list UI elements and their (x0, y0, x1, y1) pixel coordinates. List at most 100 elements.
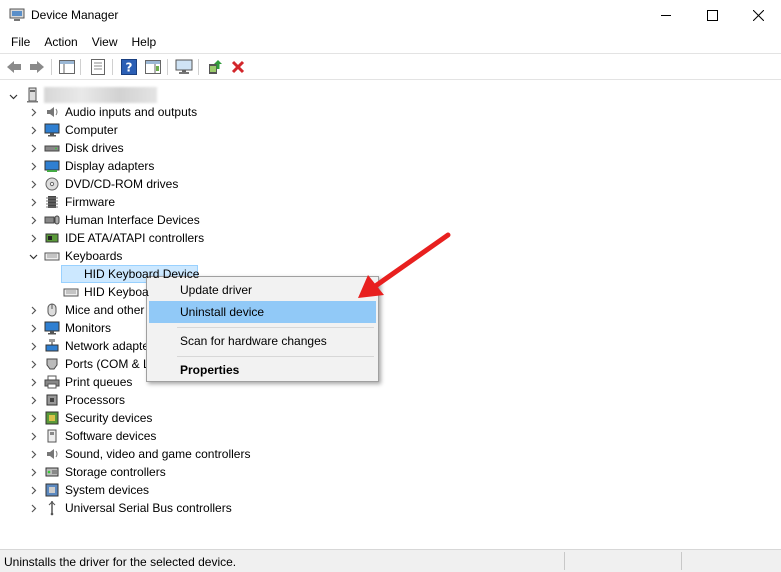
properties-sheet-icon (91, 59, 105, 75)
back-button[interactable] (4, 58, 24, 76)
action-pane-button[interactable] (143, 58, 163, 76)
software-device-icon (47, 429, 57, 443)
tree-category-label[interactable]: DVD/CD-ROM drives (65, 175, 178, 193)
close-button[interactable] (735, 0, 781, 31)
chevron-right-icon[interactable] (29, 342, 38, 351)
annotation-arrow (358, 232, 451, 298)
chevron-right-icon[interactable] (29, 162, 38, 171)
chevron-right-icon[interactable] (29, 216, 38, 225)
processor-icon (46, 394, 58, 406)
hid-icon (44, 215, 60, 225)
display-adapter-icon (44, 160, 60, 172)
tree-category-label[interactable]: Software devices (65, 427, 156, 445)
chevron-right-icon[interactable] (29, 396, 38, 405)
tree-category-label[interactable]: Network adapte (65, 337, 149, 355)
tree-category-label[interactable]: Display adapters (65, 157, 154, 175)
close-icon (752, 10, 764, 21)
forward-button[interactable] (27, 58, 47, 76)
tree-category-label[interactable]: IDE ATA/ATAPI controllers (65, 229, 204, 247)
tree-category-label[interactable]: Ports (COM & L (65, 355, 150, 373)
chevron-right-icon[interactable] (29, 198, 38, 207)
menu-file[interactable]: File (4, 32, 37, 52)
tree-category-label[interactable]: System devices (65, 481, 149, 499)
chevron-right-icon[interactable] (29, 468, 38, 477)
tree-category-label[interactable]: Universal Serial Bus controllers (65, 499, 232, 517)
keyboard-icon (63, 288, 79, 297)
dvd-drive-icon (45, 177, 59, 191)
tree-category-label[interactable]: Print queues (65, 373, 132, 391)
chevron-right-icon[interactable] (29, 360, 38, 369)
back-arrow-icon (7, 61, 21, 73)
help-button[interactable]: ? (119, 58, 139, 76)
chevron-right-icon[interactable] (29, 324, 38, 333)
storage-controller-icon (45, 467, 59, 477)
disk-drive-icon (44, 145, 60, 152)
red-x-icon (231, 60, 245, 74)
maximize-icon (706, 10, 718, 21)
status-bar: Uninstalls the driver for the selected d… (0, 549, 781, 572)
properties-button[interactable] (88, 58, 108, 76)
update-driver-icon (209, 60, 222, 74)
monitor-icon (44, 123, 60, 137)
tree-category-label[interactable]: Mice and other (65, 301, 144, 319)
tree-device-label[interactable]: HID Keyboard Device (84, 265, 199, 283)
chevron-right-icon[interactable] (29, 126, 38, 135)
monitor-icon (44, 321, 60, 335)
tree-category-label[interactable]: Computer (65, 121, 118, 139)
toolbar-separator (112, 59, 113, 75)
tree-category-label[interactable]: Keyboards (65, 247, 122, 265)
tree-category-label[interactable]: Firmware (65, 193, 115, 211)
tree-category-label[interactable]: Processors (65, 391, 125, 409)
chevron-right-icon[interactable] (29, 108, 38, 117)
tree-category-label[interactable]: Human Interface Devices (65, 211, 200, 229)
action-pane-icon (145, 60, 161, 74)
menu-help[interactable]: Help (125, 32, 164, 52)
chevron-right-icon[interactable] (29, 378, 38, 387)
forward-arrow-icon (30, 61, 44, 73)
minimize-icon (660, 15, 671, 16)
minimize-button[interactable] (643, 0, 689, 31)
toolbar-separator (51, 59, 52, 75)
chevron-right-icon[interactable] (29, 432, 38, 441)
chevron-right-icon[interactable] (29, 486, 38, 495)
maximize-button[interactable] (689, 0, 735, 31)
chevron-right-icon[interactable] (29, 180, 38, 189)
show-hide-console-tree-button[interactable] (57, 58, 77, 76)
chevron-right-icon[interactable] (29, 144, 38, 153)
monitor-scan-icon (175, 59, 193, 74)
menu-bar: File Action View Help (0, 31, 781, 53)
tree-category-label[interactable]: Disk drives (65, 139, 124, 157)
console-tree-icon (59, 60, 75, 74)
chevron-down-icon[interactable] (29, 252, 38, 261)
network-adapter-icon (45, 339, 59, 352)
chevron-down-icon[interactable] (9, 92, 18, 101)
toolbar-separator (80, 59, 81, 75)
tree-category-label[interactable]: Security devices (65, 409, 152, 427)
tree-category-label[interactable]: Monitors (65, 319, 111, 337)
menu-view[interactable]: View (85, 32, 125, 52)
mouse-icon (47, 303, 57, 317)
uninstall-device-button[interactable] (228, 58, 248, 76)
tree-category-label[interactable]: Audio inputs and outputs (65, 103, 197, 121)
tree-device-label[interactable]: HID Keyboa (84, 283, 149, 301)
chevron-right-icon[interactable] (29, 234, 38, 243)
tree-category-label[interactable]: Sound, video and game controllers (65, 445, 250, 463)
device-manager-icon (9, 8, 25, 21)
chevron-right-icon[interactable] (29, 414, 38, 423)
computer-name-redacted[interactable] (44, 87, 157, 103)
properties-menu-item[interactable]: Properties (149, 359, 376, 381)
computer-root-icon (27, 87, 38, 103)
scan-hardware-button[interactable] (174, 58, 194, 76)
chevron-right-icon[interactable] (29, 306, 38, 315)
chevron-right-icon[interactable] (29, 450, 38, 459)
menu-separator (177, 356, 374, 357)
scan-hardware-menu-item[interactable]: Scan for hardware changes (149, 330, 376, 352)
svg-text:?: ? (126, 61, 133, 75)
security-device-icon (45, 411, 59, 425)
update-driver-button[interactable] (205, 58, 225, 76)
toolbar-separator (198, 59, 199, 75)
status-text: Uninstalls the driver for the selected d… (4, 555, 237, 569)
menu-action[interactable]: Action (37, 32, 84, 52)
tree-category-label[interactable]: Storage controllers (65, 463, 166, 481)
chevron-right-icon[interactable] (29, 504, 38, 513)
